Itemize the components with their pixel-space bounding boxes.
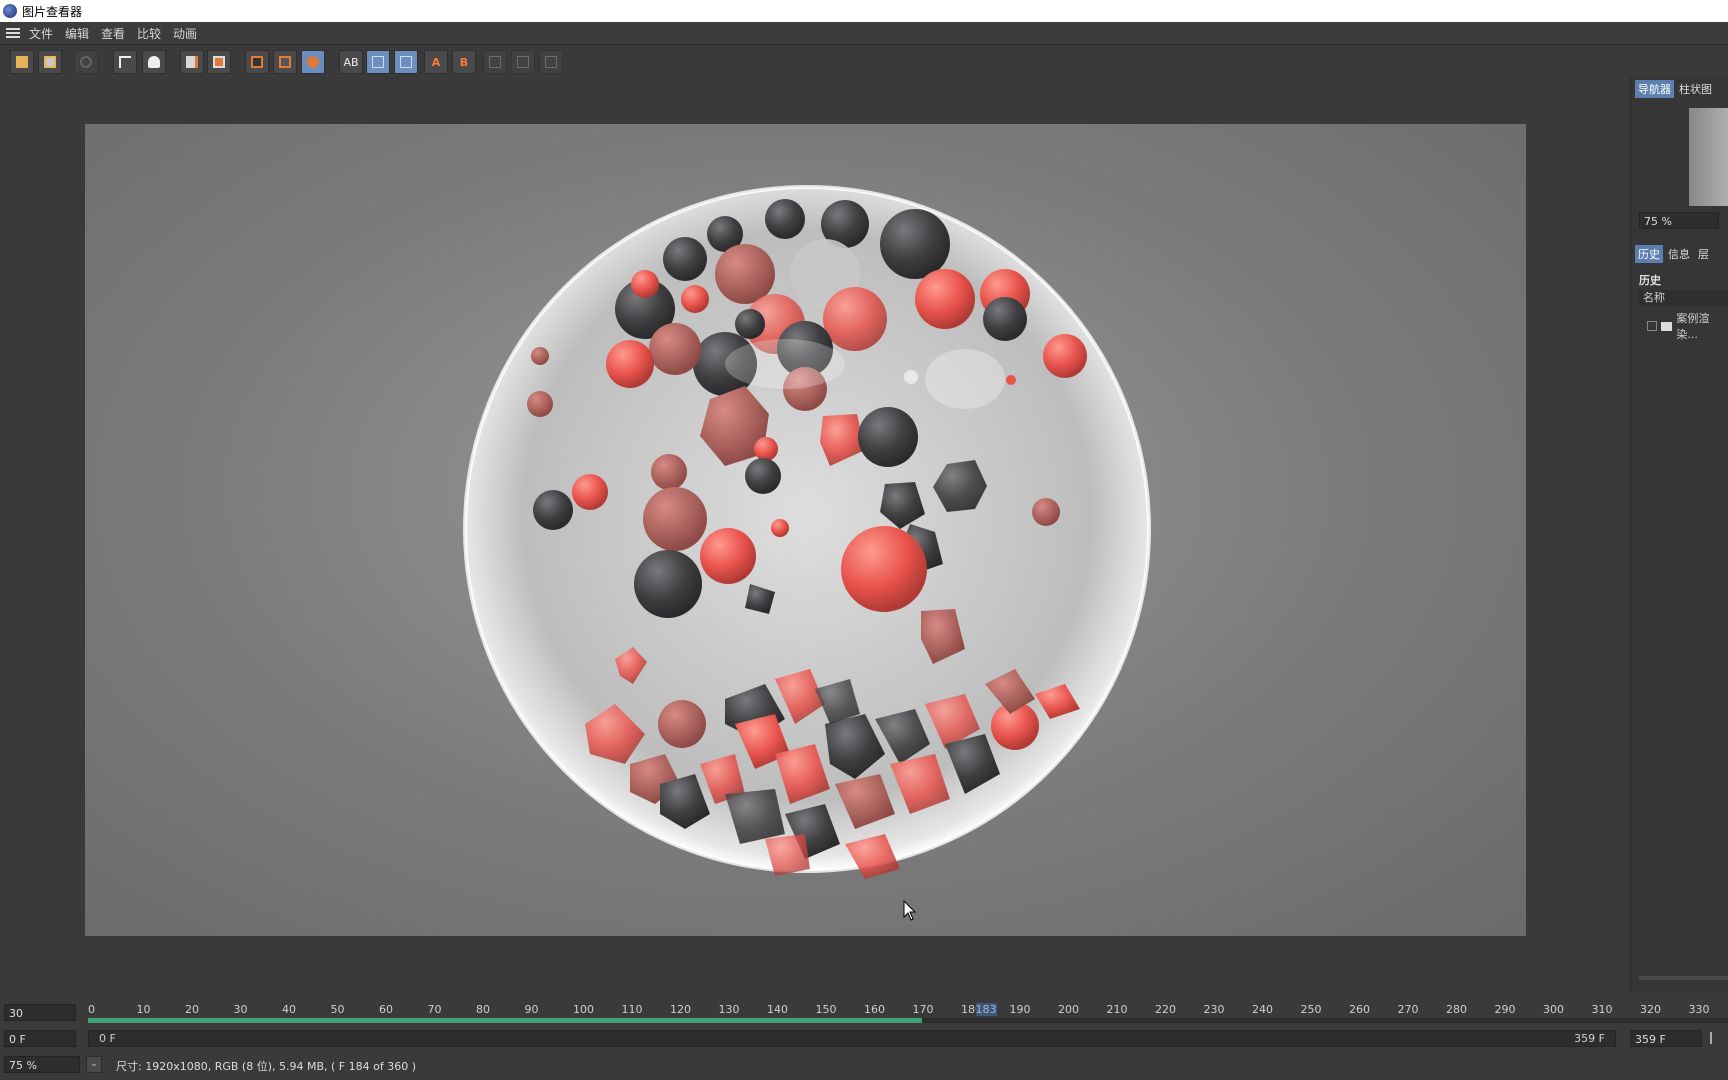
timeline-tick-label: 80: [476, 1003, 490, 1016]
end-frame-field[interactable]: 359 F: [1630, 1030, 1702, 1047]
navigator-tabs: 导航器 柱状图: [1635, 80, 1715, 98]
tab-layers[interactable]: 层: [1695, 245, 1712, 263]
hamburger-menu-icon[interactable]: [6, 28, 20, 38]
timeline-tick-label: 290: [1494, 1003, 1516, 1016]
app-logo-icon: [3, 4, 17, 18]
timeline-track: [88, 1018, 1728, 1023]
frame-icon[interactable]: [245, 50, 269, 74]
right-panel: 导航器 柱状图 75 % 历史 信息 层 历史 名称 案例渲染...: [1630, 78, 1728, 993]
doc-icon[interactable]: [180, 50, 204, 74]
navigator-zoom-field[interactable]: 75 %: [1639, 212, 1719, 229]
menu-compare[interactable]: 比较: [137, 25, 161, 42]
ab-icon[interactable]: AB: [339, 50, 363, 74]
status-info: 尺寸: 1920x1080, RGB (8 位), 5.94 MB, ( F 1…: [116, 1060, 416, 1073]
timeline-tick-label: 100: [573, 1003, 594, 1016]
grid-a-icon[interactable]: [483, 50, 507, 74]
swap-a-label: A: [431, 55, 441, 69]
timeline-tick-label: 310: [1591, 1003, 1613, 1016]
timeline-tick-label: 120: [670, 1003, 691, 1016]
toolbar: AB A B: [0, 44, 1728, 80]
timeline-tick-label: 240: [1252, 1003, 1273, 1016]
panel-scrollbar[interactable]: [1639, 976, 1728, 980]
title-bar: 图片查看器: [0, 0, 1728, 22]
timeline-tick-label: 90: [524, 1003, 539, 1016]
timeline-tick-label: 20: [185, 1003, 199, 1016]
timeline-tick-label: 320: [1640, 1003, 1661, 1016]
navigator-thumbnail[interactable]: [1689, 108, 1728, 206]
history-item-label: 案例渲染...: [1676, 312, 1710, 341]
timeline-tick-label: 280: [1446, 1003, 1467, 1016]
stack-icon[interactable]: [207, 50, 231, 74]
timeline-tick-label: 10: [136, 1003, 151, 1016]
tab-info[interactable]: 信息: [1665, 245, 1693, 263]
timeline-tick-label: 70: [427, 1003, 442, 1016]
range-start-label: 0 F: [99, 1032, 116, 1045]
compare-icon[interactable]: [301, 50, 325, 74]
timeline-tick-label: 250: [1300, 1003, 1322, 1016]
range-slider[interactable]: 0 F 359 F: [88, 1030, 1616, 1047]
render-image: [85, 124, 1526, 936]
timeline-tick-label: 330: [1688, 1003, 1710, 1016]
timeline-tick-label: 50: [330, 1003, 345, 1016]
swap-a-icon[interactable]: A: [424, 50, 448, 74]
grid-b-icon[interactable]: [511, 50, 535, 74]
timeline-tick-label: 0: [88, 1003, 95, 1016]
fps-field[interactable]: 30: [4, 1004, 76, 1021]
history-column-header[interactable]: 名称: [1639, 290, 1728, 306]
timeline-tick-label: 150: [815, 1003, 837, 1016]
status-zoom-field[interactable]: 75 %: [4, 1056, 80, 1073]
timeline-tick-label: 30: [233, 1003, 248, 1016]
timeline-tick-label: 140: [767, 1003, 788, 1016]
menu-animation[interactable]: 动画: [173, 25, 197, 42]
timeline-tick-label: 210: [1106, 1003, 1128, 1016]
timeline-tick-label: 60: [379, 1003, 393, 1016]
crop-icon[interactable]: [113, 50, 137, 74]
frame-alt-icon[interactable]: [273, 50, 297, 74]
timeline-tick-label: 170: [912, 1003, 934, 1016]
timeline-tick-label: 230: [1203, 1003, 1225, 1016]
timeline-tick-label: 160: [864, 1003, 885, 1016]
timeline: 30 0 10 20 30 40 50 60 70 80 90 100 110 120 130 140 150…: [0, 995, 1728, 1080]
stop-icon[interactable]: [74, 50, 98, 74]
zoom-dropdown-chevron-icon[interactable]: ⌄: [86, 1056, 102, 1073]
current-frame-marker: 183: [975, 1003, 997, 1016]
menu-edit[interactable]: 编辑: [65, 25, 89, 42]
window-title: 图片查看器: [22, 5, 83, 19]
timeline-cached-bar: [88, 1018, 922, 1023]
tab-histogram[interactable]: 柱状图: [1676, 80, 1715, 98]
timeline-tick-label: 220: [1155, 1003, 1176, 1016]
folder-icon: [1660, 321, 1673, 331]
grid-c-icon[interactable]: [539, 50, 563, 74]
timeline-tick-label: 130: [718, 1003, 740, 1016]
timeline-tick-label: 300: [1543, 1003, 1564, 1016]
timeline-tick-label: 260: [1349, 1003, 1370, 1016]
save-icon[interactable]: [38, 50, 62, 74]
swap-b-label: B: [459, 55, 469, 69]
ab-label: AB: [343, 55, 359, 69]
mouse-cursor-icon: [903, 900, 917, 921]
expand-icon[interactable]: [1647, 321, 1657, 331]
timeline-tick-label: 270: [1397, 1003, 1419, 1016]
menu-bar: 文件 编辑 查看 比较 动画: [0, 22, 1728, 44]
tab-history[interactable]: 历史: [1635, 245, 1663, 263]
render-canvas: [463, 185, 1151, 879]
timeline-tick-label: 190: [1009, 1003, 1031, 1016]
user-icon[interactable]: [142, 50, 166, 74]
timeline-tick-label: 200: [1058, 1003, 1079, 1016]
timeline-tick-label: 40: [282, 1003, 296, 1016]
history-tabs: 历史 信息 层: [1635, 245, 1712, 263]
tab-navigator[interactable]: 导航器: [1635, 80, 1674, 98]
swap-b-icon[interactable]: B: [452, 50, 476, 74]
history-title: 历史: [1639, 274, 1661, 287]
menu-view[interactable]: 查看: [101, 25, 125, 42]
split-v-icon[interactable]: [394, 50, 418, 74]
open-icon[interactable]: [10, 50, 34, 74]
menu-file[interactable]: 文件: [29, 25, 53, 42]
range-end-label: 359 F: [1574, 1032, 1605, 1045]
go-to-end-icon[interactable]: [1710, 1032, 1722, 1044]
history-tree-item[interactable]: 案例渲染...: [1647, 310, 1728, 342]
start-frame-field[interactable]: 0 F: [4, 1030, 76, 1047]
timeline-tick-label: 110: [621, 1003, 643, 1016]
split-h-icon[interactable]: [366, 50, 390, 74]
